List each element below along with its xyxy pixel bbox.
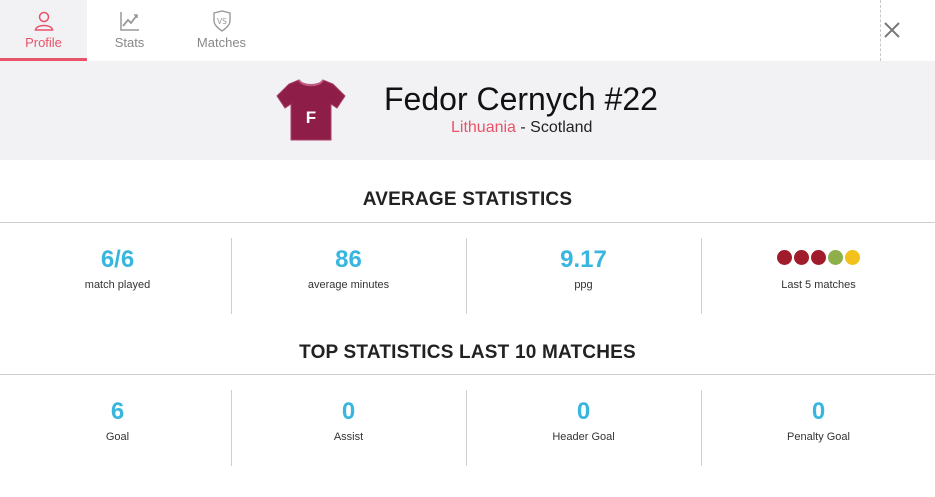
stat-assist: 0 Assist [231,390,466,466]
versus-shield-icon: VS [212,10,231,32]
svg-text:VS: VS [217,17,227,26]
stat-goal: 6 Goal [0,390,235,466]
player-country-link[interactable]: Lithuania [451,119,516,136]
top-stats-row: 6 Goal 0 Assist 0 Header Goal 0 Penalty … [0,390,935,466]
stat-label: Goal [105,431,130,443]
stat-penalty-goal: 0 Penalty Goal [701,390,935,466]
player-team: Scotland [530,119,593,136]
form-result-dot [777,250,792,265]
tab-matches-label: Matches [196,35,247,50]
stat-matches-played: 6/6 match played [0,238,235,314]
stat-value: 6/6 [100,246,135,273]
stat-label: match played [84,279,151,291]
stat-average-minutes: 86 average minutes [231,238,466,314]
average-stats-row: 6/6 match played 86 average minutes 9.17… [0,238,935,314]
form-result-dot [794,250,809,265]
form-result-dot [828,250,843,265]
player-name: Fedor Cernych #22 [384,81,658,117]
section-divider [0,374,935,375]
stat-value: 9.17 [560,246,607,273]
stat-label: average minutes [307,279,390,291]
close-icon[interactable] [880,16,904,44]
tab-bar: Profile Stats VS Matches [0,0,935,61]
stat-value: 0 [341,398,356,425]
tab-profile-label: Profile [25,35,62,50]
stat-header-goal: 0 Header Goal [466,390,701,466]
form-result-dot [845,250,860,265]
stat-value: 0 [811,398,826,425]
section-divider [0,222,935,223]
stat-value: 0 [576,398,591,425]
tab-matches[interactable]: VS Matches [178,0,265,61]
stat-value: 86 [335,246,362,273]
tab-stats-label: Stats [114,35,145,50]
average-statistics-title: AVERAGE STATISTICS [362,189,573,210]
stat-label: ppg [574,279,593,291]
stat-label: Header Goal [552,431,615,443]
stat-ppg: 9.17 ppg [466,238,701,314]
form-dots [701,250,935,266]
stat-label: Penalty Goal [787,431,850,443]
user-icon [34,11,53,31]
tab-stats[interactable]: Stats [86,0,173,61]
chart-icon [119,12,139,31]
player-separator: - [515,119,531,136]
jersey-letter: F [306,108,316,127]
tab-profile[interactable]: Profile [0,0,87,61]
stat-value: 6 [110,398,125,425]
stat-label: Last 5 matches [781,279,856,291]
stat-last-5-matches: Last 5 matches [701,238,935,314]
form-result-dot [811,250,826,265]
stat-label: Assist [333,431,364,443]
player-header: F Fedor Cernych #22 Lithuania - Scotland [0,61,935,160]
jersey-icon: F [276,79,346,141]
player-subtitle: Lithuania - Scotland [451,119,592,137]
top-statistics-title: TOP STATISTICS LAST 10 MATCHES [299,342,636,363]
